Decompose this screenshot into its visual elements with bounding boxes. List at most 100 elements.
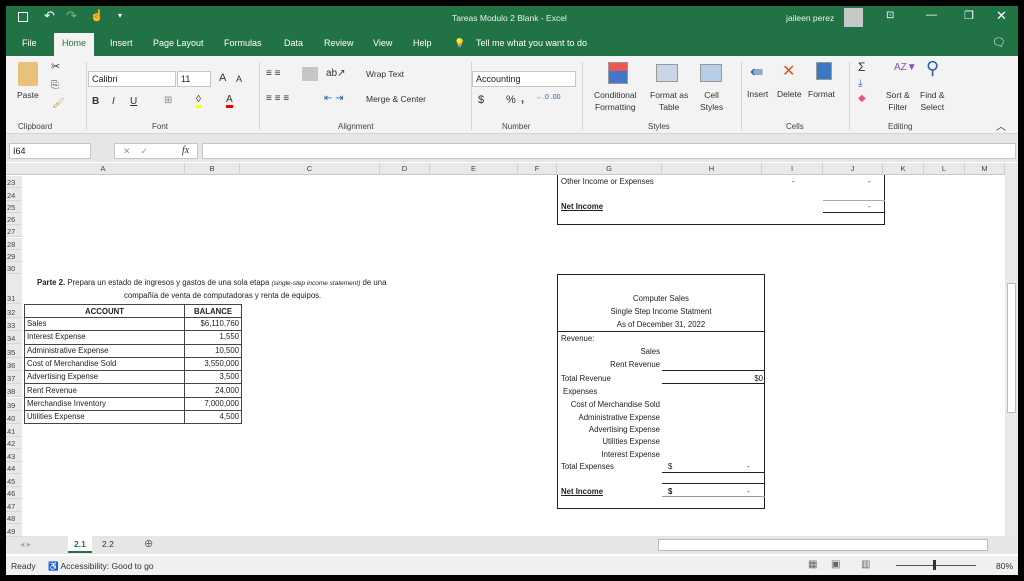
- formula-input[interactable]: [202, 143, 1016, 159]
- page-break-view-icon[interactable]: ▥: [861, 559, 870, 570]
- copy-icon[interactable]: ⎘: [51, 80, 59, 91]
- number-format-select[interactable]: Accounting: [472, 71, 576, 87]
- format-button[interactable]: Format: [808, 89, 835, 99]
- tab-home[interactable]: Home: [54, 33, 95, 56]
- row-header[interactable]: 37: [6, 370, 22, 385]
- zoom-slider[interactable]: [896, 565, 976, 566]
- indent-icons[interactable]: ⇤ ⇥: [324, 93, 344, 104]
- row-header[interactable]: 44: [6, 461, 22, 475]
- font-name-select[interactable]: Calibri: [88, 71, 176, 87]
- page-layout-view-icon[interactable]: ▣: [831, 559, 840, 570]
- sheet-tab-2-2[interactable]: 2.2: [102, 539, 114, 549]
- autosum-icon[interactable]: Σ: [858, 60, 865, 74]
- row-header[interactable]: 42: [6, 436, 22, 450]
- delete-button[interactable]: Delete: [777, 89, 802, 99]
- row-header[interactable]: 34: [6, 331, 22, 345]
- row-header[interactable]: 45: [6, 474, 22, 487]
- row-header[interactable]: 28: [6, 237, 22, 250]
- decrease-font-icon[interactable]: A: [236, 74, 242, 84]
- fill-icon[interactable]: ⤓: [858, 78, 862, 89]
- restore-icon[interactable]: ❐: [964, 9, 974, 22]
- currency-button[interactable]: $: [478, 94, 484, 106]
- save-icon[interactable]: [18, 12, 28, 22]
- row-header[interactable]: 41: [6, 424, 22, 437]
- balance-cell[interactable]: 3,550,000: [184, 356, 242, 372]
- balance-cell[interactable]: $6,110,760: [184, 316, 242, 332]
- customize-qat-icon[interactable]: ▾: [118, 11, 122, 20]
- row-header[interactable]: 39: [6, 397, 22, 411]
- align-left-center-right-icon[interactable]: ≡ ≡ ≡: [266, 93, 289, 104]
- row-header[interactable]: 33: [6, 317, 22, 331]
- scroll-thumb[interactable]: [1007, 283, 1016, 413]
- row-header[interactable]: 30: [6, 262, 22, 275]
- vertical-scrollbar[interactable]: [1005, 163, 1018, 536]
- delete-cells-icon[interactable]: ✕: [782, 61, 795, 81]
- tab-data[interactable]: Data: [284, 38, 303, 48]
- fill-color-icon[interactable]: ◊: [196, 94, 201, 108]
- increase-font-icon[interactable]: A: [219, 72, 226, 84]
- zoom-slider-thumb[interactable]: [933, 560, 936, 570]
- account-cell[interactable]: Sales: [24, 316, 185, 332]
- row-header[interactable]: 38: [6, 384, 22, 398]
- balance-cell[interactable]: 1,550: [184, 330, 242, 345]
- insert-button[interactable]: Insert: [747, 89, 768, 99]
- insert-function-button[interactable]: fx: [182, 145, 189, 156]
- name-box[interactable]: I64: [9, 143, 91, 159]
- sheet-tab-2-1[interactable]: 2.1: [68, 536, 92, 553]
- tab-page-layout[interactable]: Page Layout: [153, 38, 204, 48]
- italic-button[interactable]: I: [112, 96, 115, 107]
- row-header[interactable]: 26: [6, 212, 22, 226]
- row-header[interactable]: 35: [6, 344, 22, 358]
- row-header[interactable]: 27: [6, 225, 22, 238]
- redo-icon[interactable]: ↷: [66, 8, 77, 24]
- format-cells-icon[interactable]: [816, 62, 832, 80]
- row-header[interactable]: 29: [6, 249, 22, 263]
- column-header[interactable]: B: [185, 163, 240, 175]
- sheet-nav-icon[interactable]: ◂ ▸: [20, 539, 31, 550]
- row-header[interactable]: 40: [6, 410, 22, 425]
- conditional-formatting-button[interactable]: Conditional Formatting: [594, 89, 637, 113]
- minimize-icon[interactable]: —: [926, 9, 937, 21]
- tab-review[interactable]: Review: [324, 38, 354, 48]
- new-sheet-icon[interactable]: ⊕: [144, 537, 153, 550]
- column-header[interactable]: C: [240, 163, 380, 175]
- zoom-level[interactable]: 80%: [996, 561, 1013, 571]
- font-size-select[interactable]: 11: [177, 71, 211, 87]
- account-cell[interactable]: Cost of Merchandise Sold: [24, 356, 185, 372]
- format-as-table-button[interactable]: Format as Table: [650, 89, 688, 113]
- column-header[interactable]: H: [662, 163, 762, 175]
- cell-styles-button[interactable]: Cell Styles: [700, 89, 723, 113]
- cut-icon[interactable]: ✂: [51, 60, 60, 73]
- row-header[interactable]: 36: [6, 357, 22, 371]
- insert-cells-icon[interactable]: ⇚: [750, 62, 763, 82]
- paste-button[interactable]: Paste: [17, 90, 39, 100]
- row-header[interactable]: 23: [6, 176, 22, 189]
- decimal-icons[interactable]: ←.0 .00: [536, 94, 561, 101]
- ribbon-display-icon[interactable]: ⊡: [886, 10, 894, 21]
- percent-button[interactable]: %: [506, 94, 516, 106]
- balance-cell[interactable]: 10,500: [184, 343, 242, 358]
- tab-view[interactable]: View: [373, 38, 392, 48]
- merge-center-button[interactable]: Merge & Center: [366, 94, 426, 104]
- balance-cell[interactable]: 4,500: [184, 410, 242, 425]
- tell-me-search[interactable]: Tell me what you want to do: [476, 38, 587, 48]
- conditional-formatting-icon[interactable]: [608, 62, 628, 84]
- row-header[interactable]: 49: [6, 524, 22, 537]
- bold-button[interactable]: B: [92, 96, 99, 107]
- tab-file[interactable]: File: [22, 38, 37, 48]
- row-header[interactable]: 47: [6, 499, 22, 512]
- find-icon[interactable]: ⚲: [926, 58, 939, 79]
- align-top-icon[interactable]: ≡ ≡: [266, 68, 280, 79]
- column-header[interactable]: F: [518, 163, 557, 175]
- account-cell[interactable]: Utilities Expense: [24, 410, 185, 425]
- paste-icon[interactable]: [18, 62, 38, 86]
- font-color-icon[interactable]: A: [226, 94, 233, 108]
- balance-cell[interactable]: 24,000: [184, 383, 242, 398]
- row-header[interactable]: 25: [6, 200, 22, 213]
- tab-insert[interactable]: Insert: [110, 38, 133, 48]
- account-cell[interactable]: Administrative Expense: [24, 343, 185, 358]
- row-header[interactable]: 32: [6, 304, 22, 318]
- close-icon[interactable]: ✕: [996, 8, 1007, 24]
- account-cell[interactable]: Interest Expense: [24, 330, 185, 345]
- find-select-button[interactable]: Find & Select: [920, 89, 945, 113]
